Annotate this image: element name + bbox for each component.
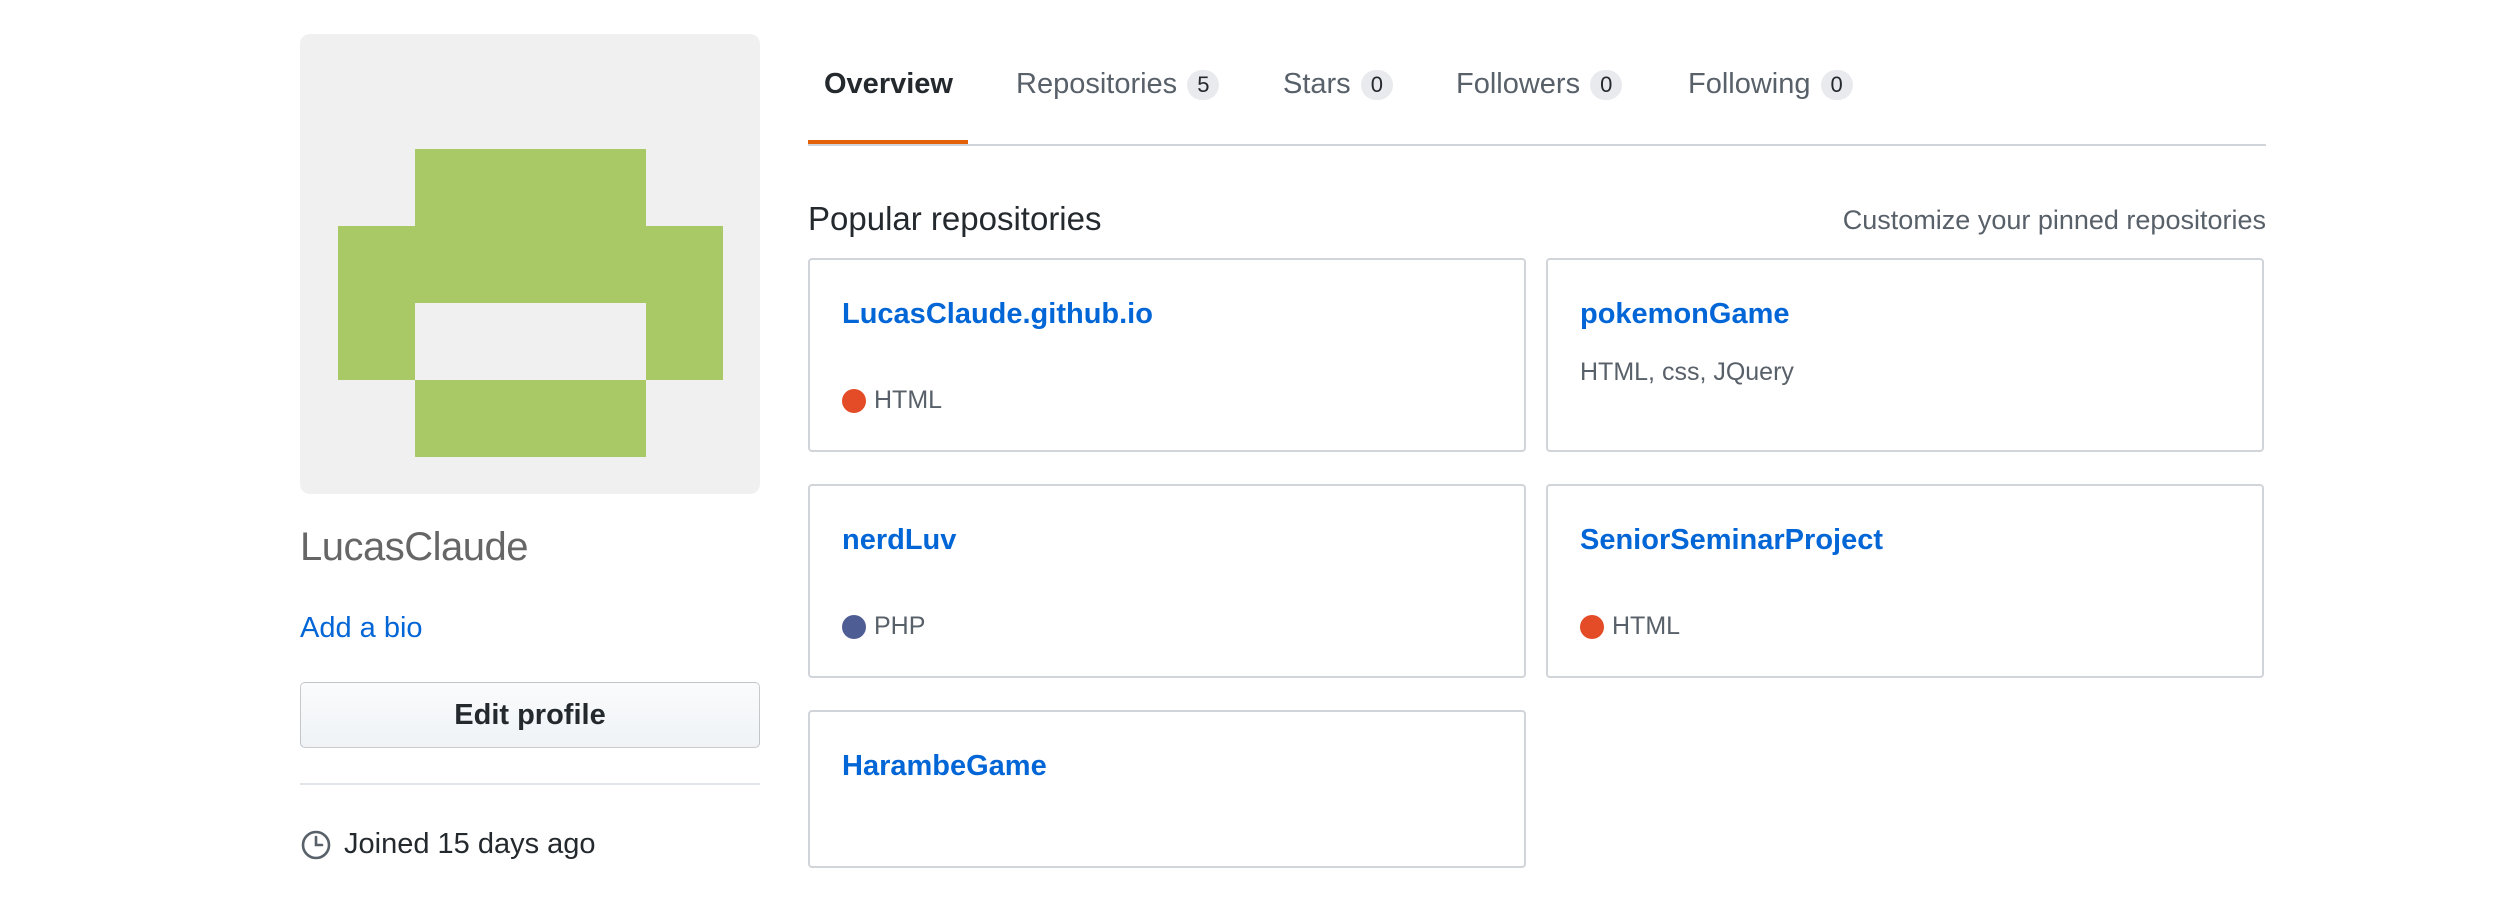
customize-pinned-link[interactable]: Customize your pinned repositories [1843,205,2266,236]
tab-overview[interactable]: Overview [824,68,953,101]
avatar-block [646,303,723,380]
joined-text: Joined 15 days ago [344,828,596,860]
avatar-block [338,226,723,303]
repo-card: LucasClaude.github.io HTML [808,258,1526,452]
popular-repos-title: Popular repositories [808,200,1102,237]
repo-card: HarambeGame [808,710,1526,868]
avatar-block [338,303,415,380]
repo-language: PHP [842,612,925,641]
avatar-block [415,149,646,226]
tab-repositories[interactable]: Repositories 5 [1016,68,1220,101]
repo-card: SeniorSeminarProject HTML [1546,484,2264,678]
language-color-dot [842,614,866,639]
repo-language-label: PHP [874,612,926,640]
tab-label: Repositories [1016,68,1178,100]
tab-followers[interactable]: Followers 0 [1456,68,1623,101]
tab-counter: 0 [1820,69,1853,100]
avatar[interactable] [300,34,760,494]
repo-name-link[interactable]: HarambeGame [842,750,1047,783]
tab-label: Followers [1456,68,1581,100]
repo-name-link[interactable]: nerdLuv [842,524,956,557]
tab-label: Following [1688,68,1811,100]
profile-username: LucasClaude [300,525,529,569]
add-bio-link[interactable]: Add a bio [300,612,423,645]
repo-language-label: HTML [874,386,943,414]
repo-language: HTML [842,386,942,415]
avatar-block [415,380,646,457]
repo-language: HTML [1580,612,1680,641]
repo-language-label: HTML [1612,612,1681,640]
repo-card: pokemonGame HTML, css, JQuery [1546,258,2264,452]
edit-profile-button[interactable]: Edit profile [300,682,760,748]
repo-name-link[interactable]: LucasClaude.github.io [842,298,1153,331]
repo-description: HTML, css, JQuery [1580,358,1794,386]
profile-tabs: Overview Repositories 5 Stars 0 Follower… [808,0,2266,146]
repo-card: nerdLuv PHP [808,484,1526,678]
tab-selected-underline [808,140,968,144]
tab-counter: 0 [1590,69,1623,100]
repo-name-link[interactable]: pokemonGame [1580,298,1790,331]
tab-counter: 5 [1187,69,1220,100]
tab-following[interactable]: Following 0 [1688,68,1853,101]
tab-label: Overview [824,68,953,100]
sidebar-divider [300,783,760,785]
tab-counter: 0 [1360,69,1393,100]
repo-name-link[interactable]: SeniorSeminarProject [1580,524,1883,557]
joined-info: Joined 15 days ago [300,828,596,861]
language-color-dot [842,388,866,413]
language-color-dot [1580,614,1604,639]
clock-icon [301,830,331,859]
tab-stars[interactable]: Stars 0 [1283,68,1393,101]
tab-label: Stars [1283,68,1351,100]
